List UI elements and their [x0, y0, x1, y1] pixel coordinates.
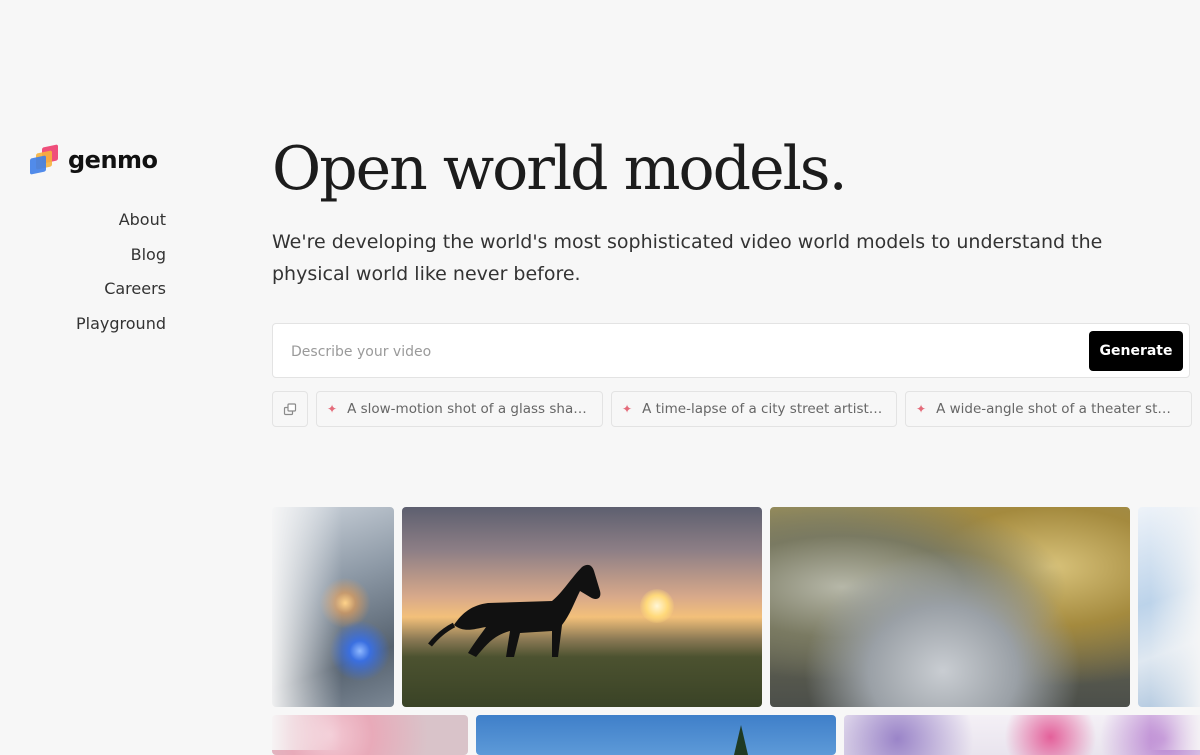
nav-link-blog[interactable]: Blog	[76, 238, 166, 273]
suggestion-chip[interactable]: ✦ A slow-motion shot of a glass shatt...	[316, 391, 603, 427]
video-thumbnail-blossoms[interactable]	[272, 715, 468, 755]
sparkle-icon: ✦	[916, 402, 927, 416]
prompt-box: Generate	[272, 323, 1190, 378]
horse-silhouette	[428, 564, 601, 657]
nav-link-careers[interactable]: Careers	[76, 272, 166, 307]
shuffle-icon	[283, 403, 297, 416]
video-prompt-input[interactable]	[289, 338, 1073, 366]
video-thumbnail-horse-sunset[interactable]	[402, 507, 762, 707]
sparkle-icon: ✦	[622, 402, 633, 416]
hero-subtitle: We're developing the world's most sophis…	[272, 231, 1103, 285]
video-thumbnail-coral[interactable]	[844, 715, 1200, 755]
shuffle-suggestions-button[interactable]	[272, 391, 308, 427]
suggestion-chip[interactable]: ✦ A wide-angle shot of a theater stag...	[905, 391, 1192, 427]
video-thumbnail-sky[interactable]	[1138, 507, 1200, 707]
nav-link-playground[interactable]: Playground	[76, 307, 166, 342]
generate-button[interactable]: Generate	[1089, 331, 1183, 371]
sidebar-nav: About Blog Careers Playground	[76, 203, 166, 341]
sparkle-icon: ✦	[327, 402, 338, 416]
tree-top	[734, 725, 748, 755]
video-thumbnail-lantern[interactable]	[272, 507, 394, 707]
suggestion-label: A time-lapse of a city street artist c..…	[642, 401, 894, 417]
suggestion-chip[interactable]: ✦ A time-lapse of a city street artist c…	[611, 391, 897, 427]
video-thumbnail-tree-sky[interactable]	[476, 715, 836, 755]
brand-name: genmo	[68, 146, 158, 174]
suggestion-label: A wide-angle shot of a theater stag...	[936, 401, 1188, 417]
video-thumbnail-rocks[interactable]	[770, 507, 1130, 707]
nav-link-about[interactable]: About	[76, 203, 166, 238]
suggestion-label: A slow-motion shot of a glass shatt...	[347, 401, 597, 417]
genmo-logo[interactable]: genmo	[30, 144, 158, 176]
genmo-logo-mark-icon	[30, 144, 62, 176]
page-title: Open world models.	[272, 134, 848, 204]
